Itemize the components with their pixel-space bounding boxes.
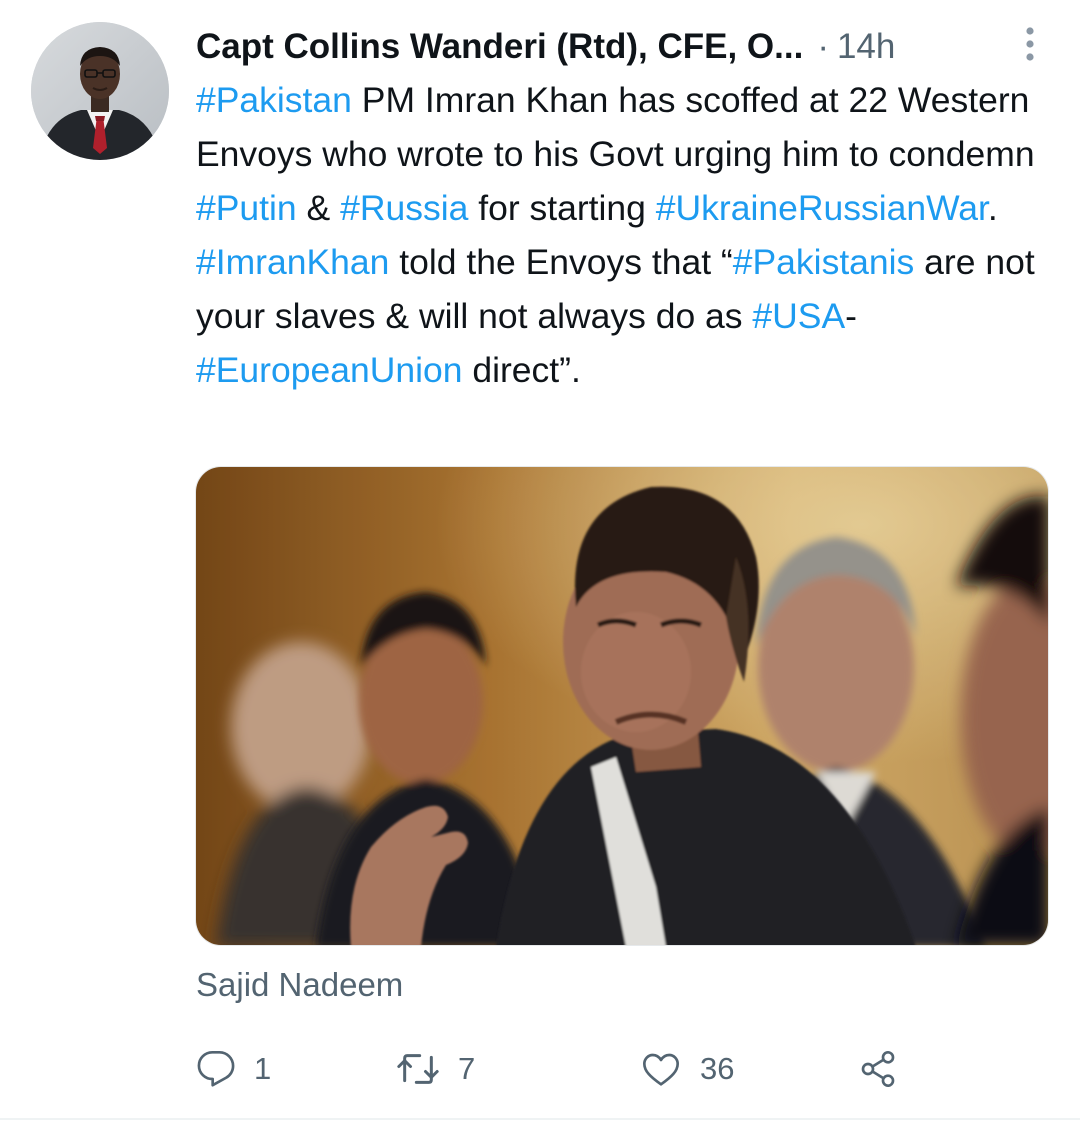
- tweet[interactable]: Capt Collins Wanderi (Rtd), CFE, O... · …: [0, 0, 1080, 1126]
- hashtag-ukraine-russian-war[interactable]: #UkraineRussianWar: [656, 188, 988, 228]
- hashtag-putin[interactable]: #Putin: [196, 188, 297, 228]
- text-segment: told the Envoys that “: [389, 242, 733, 282]
- tweet-header: Capt Collins Wanderi (Rtd), CFE, O... · …: [196, 22, 1036, 72]
- avatar[interactable]: [31, 22, 169, 160]
- text-segment: for starting: [468, 188, 656, 228]
- share-icon: [858, 1049, 898, 1089]
- text-segment: direct”.: [462, 350, 581, 390]
- tweet-actions: 1 7 36: [196, 1042, 916, 1096]
- author-name[interactable]: Capt Collins Wanderi (Rtd), CFE, O...: [196, 27, 803, 67]
- tweet-media-photo[interactable]: [195, 466, 1049, 946]
- hashtag-imran-khan[interactable]: #ImranKhan: [196, 242, 389, 282]
- separator-dot: ·: [817, 27, 829, 66]
- timestamp[interactable]: 14h: [837, 27, 895, 67]
- text-segment: .: [987, 188, 998, 228]
- heart-icon: [640, 1049, 682, 1089]
- hashtag-pakistanis[interactable]: #Pakistanis: [733, 242, 915, 282]
- hashtag-european-union[interactable]: #EuropeanUnion: [196, 350, 462, 390]
- hashtag-usa[interactable]: #USA: [752, 296, 845, 336]
- divider: [0, 1118, 1080, 1120]
- text-segment: -: [845, 296, 857, 336]
- hashtag-russia[interactable]: #Russia: [340, 188, 468, 228]
- reply-button[interactable]: 1: [196, 1042, 271, 1096]
- hashtag-pakistan[interactable]: #Pakistan: [196, 80, 352, 120]
- reply-icon: [196, 1049, 236, 1089]
- more-vertical-icon[interactable]: [1020, 26, 1040, 62]
- retweet-icon: [396, 1049, 440, 1089]
- like-count: 36: [700, 1051, 735, 1086]
- text-segment: &: [296, 188, 341, 228]
- retweet-count: 7: [458, 1051, 476, 1086]
- like-button[interactable]: 36: [640, 1042, 734, 1096]
- share-button[interactable]: [858, 1042, 898, 1096]
- media-credit[interactable]: Sajid Nadeem: [196, 966, 403, 1004]
- reply-count: 1: [254, 1051, 272, 1086]
- retweet-button[interactable]: 7: [396, 1042, 475, 1096]
- tweet-text: #Pakistan PM Imran Khan has scoffed at 2…: [196, 73, 1046, 397]
